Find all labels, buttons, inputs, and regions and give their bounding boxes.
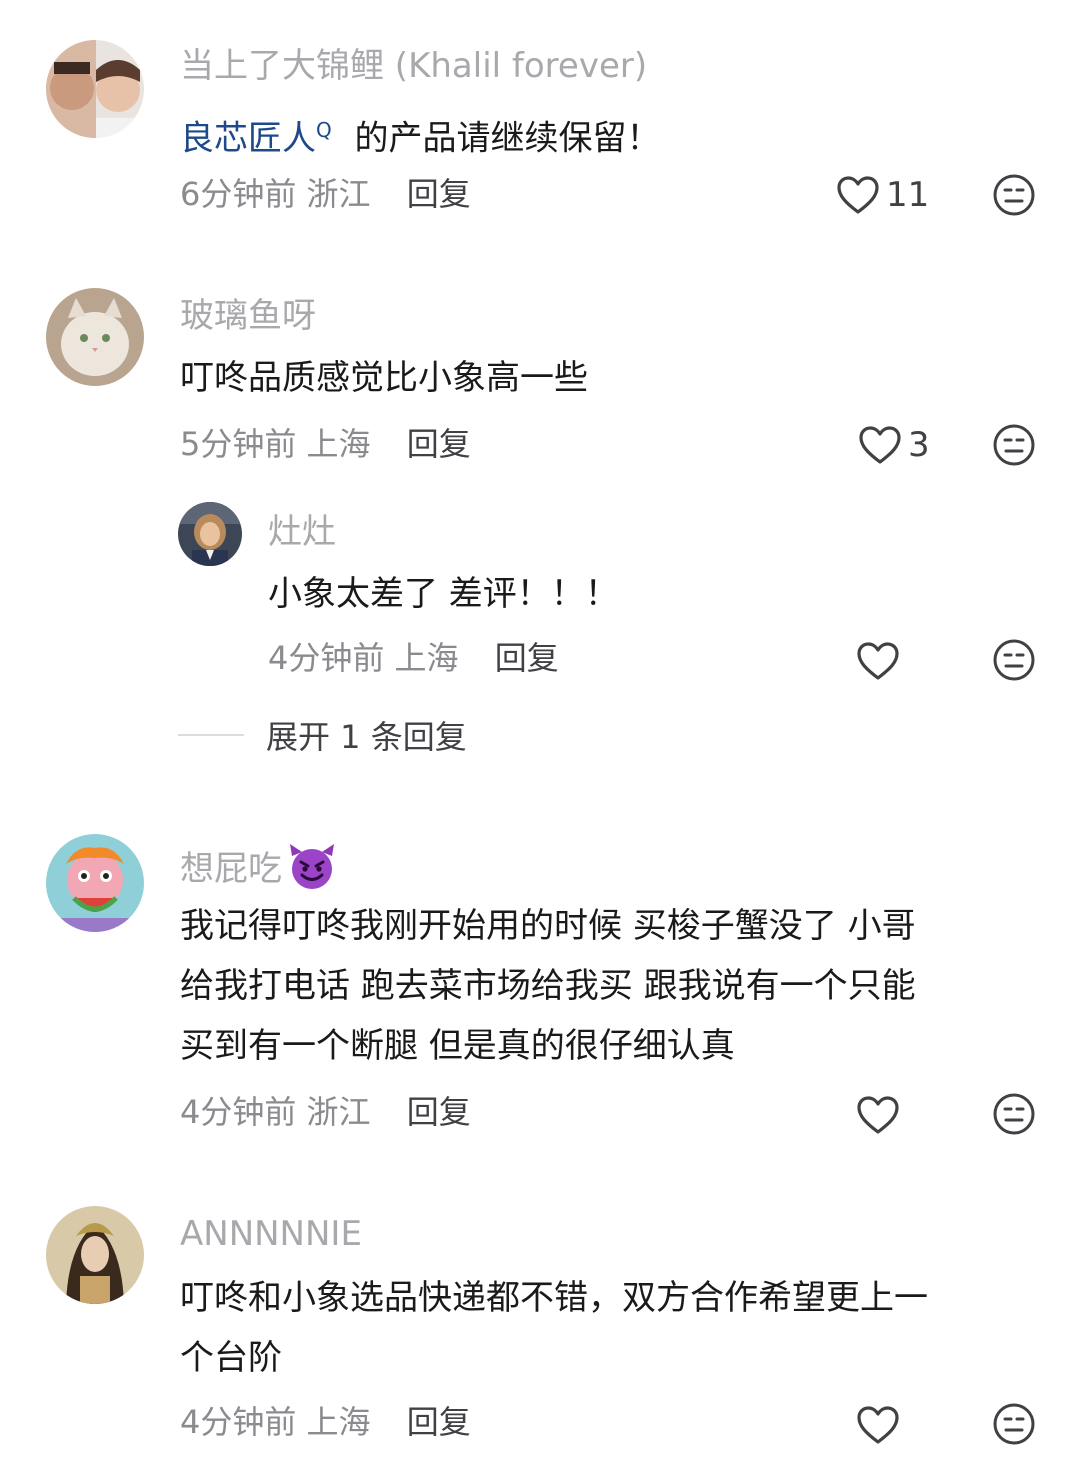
username[interactable]: 玻璃鱼呀 <box>180 296 316 336</box>
timestamp: 4分钟前 <box>180 1093 297 1131</box>
heart-outline-icon <box>857 1096 899 1134</box>
like-count: 11 <box>886 175 930 215</box>
dislike-button[interactable] <box>992 1092 1036 1136</box>
reply-button[interactable]: 回复 <box>407 1093 471 1131</box>
username-text: 想屁吃 <box>180 849 282 889</box>
comment-meta: 5分钟前 上海 回复 <box>180 424 471 464</box>
location: 浙江 <box>306 1093 371 1131</box>
dislike-button[interactable] <box>992 638 1036 682</box>
comment-text: 叮咚和小象选品快递都不错，双方合作希望更上一 个台阶 <box>180 1268 928 1388</box>
avatar[interactable] <box>46 1206 144 1304</box>
like-button[interactable]: 11 <box>836 170 929 220</box>
comment-text: 良芯匠人Q 的产品请继续保留！ <box>180 100 661 168</box>
like-count: 3 <box>908 425 930 465</box>
avatar[interactable] <box>46 40 144 138</box>
location: 上海 <box>394 639 459 677</box>
expand-replies-button[interactable]: 展开 1 条回复 <box>178 712 467 758</box>
like-button[interactable] <box>856 636 900 686</box>
comment-meta: 4分钟前 上海 回复 <box>180 1402 471 1442</box>
location: 上海 <box>306 425 371 463</box>
comment-text: 叮咚品质感觉比小象高一些 <box>180 358 588 398</box>
mention-link[interactable]: 良芯匠人 <box>180 118 316 158</box>
timestamp: 6分钟前 <box>180 175 297 213</box>
username[interactable]: ANNNNNIE <box>180 1214 362 1254</box>
reply-button[interactable]: 回复 <box>407 175 471 213</box>
comment-text-line: 个台阶 <box>180 1338 282 1378</box>
reply-button[interactable]: 回复 <box>407 425 471 463</box>
dislike-button[interactable] <box>992 1402 1036 1446</box>
timestamp: 5分钟前 <box>180 425 297 463</box>
divider <box>178 734 244 736</box>
heart-outline-icon <box>859 426 901 464</box>
comment-text-line: 买到有一个断腿 但是真的很仔细认真 <box>180 1026 735 1066</box>
comment-text-line: 我记得叮咚我刚开始用的时候 买梭子蟹没了 小哥 <box>180 906 916 946</box>
comment-text: 小象太差了 差评！！！ <box>268 574 619 614</box>
expand-replies-label: 展开 1 条回复 <box>266 718 467 756</box>
like-button[interactable]: 3 <box>858 420 930 470</box>
like-button[interactable] <box>856 1400 900 1450</box>
avatar[interactable] <box>46 834 144 932</box>
reply-button[interactable]: 回复 <box>495 639 559 677</box>
comment-text-content: 的产品请继续保留！ <box>343 118 661 159</box>
timestamp: 4分钟前 <box>180 1403 297 1441</box>
smiling-devil-icon <box>286 842 338 899</box>
neutral-face-icon <box>993 639 1035 681</box>
comment-text-line: 给我打电话 跑去菜市场给我买 跟我说有一个只能 <box>180 966 916 1006</box>
comment-meta: 6分钟前 浙江 回复 <box>180 174 471 214</box>
heart-outline-icon <box>857 642 899 680</box>
neutral-face-icon <box>993 1403 1035 1445</box>
reply-button[interactable]: 回复 <box>407 1403 471 1441</box>
location: 浙江 <box>306 175 371 213</box>
heart-outline-icon <box>837 176 879 214</box>
avatar[interactable] <box>178 502 242 566</box>
neutral-face-icon <box>993 1093 1035 1135</box>
mention-search-icon: Q <box>316 118 332 142</box>
comment-text-line: 叮咚和小象选品快递都不错，双方合作希望更上一 <box>180 1278 928 1318</box>
comment-meta: 4分钟前 上海 回复 <box>268 638 559 678</box>
like-button[interactable] <box>856 1090 900 1140</box>
avatar[interactable] <box>46 288 144 386</box>
heart-outline-icon <box>857 1406 899 1444</box>
username[interactable]: 当上了大锦鲤 (Khalil forever) <box>180 46 647 86</box>
username[interactable]: 灶灶 <box>268 512 336 552</box>
comment-text: 我记得叮咚我刚开始用的时候 买梭子蟹没了 小哥 给我打电话 跑去菜市场给我买 跟… <box>180 896 916 1076</box>
dislike-button[interactable] <box>992 173 1036 217</box>
neutral-face-icon <box>993 174 1035 216</box>
dislike-button[interactable] <box>992 423 1036 467</box>
location: 上海 <box>306 1403 371 1441</box>
comment-meta: 4分钟前 浙江 回复 <box>180 1092 471 1132</box>
username[interactable]: 想屁吃 <box>180 842 338 899</box>
timestamp: 4分钟前 <box>268 639 385 677</box>
neutral-face-icon <box>993 424 1035 466</box>
